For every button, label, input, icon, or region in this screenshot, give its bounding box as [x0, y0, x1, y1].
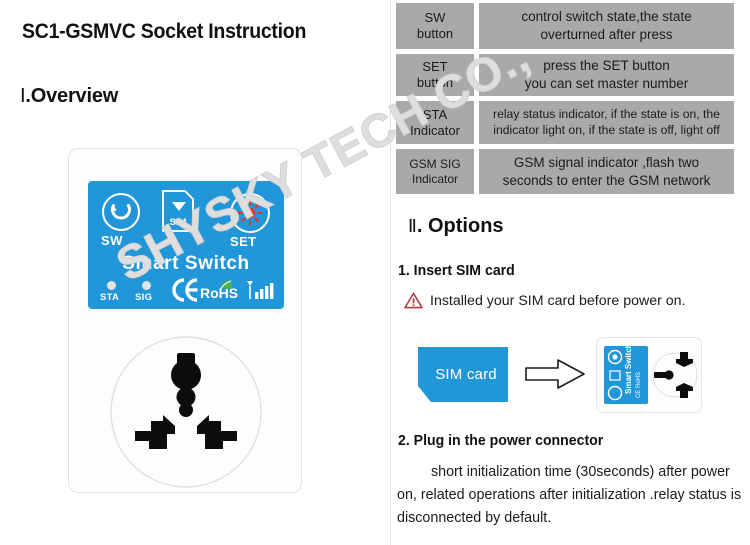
spec-table: SW button control switch state,the state… [396, 3, 734, 194]
options-separator: . [416, 215, 423, 237]
table-row: SET button press the SET button you can … [396, 54, 734, 96]
mini-device-panel: Smart Switch CE RoHS [604, 343, 648, 404]
page-title: SC1-GSMVC Socket Instruction [22, 20, 307, 43]
spec-key-line: button [416, 75, 454, 90]
table-row: STA Indicator relay status indicator, if… [396, 101, 734, 144]
universal-socket [110, 336, 262, 488]
socket-neutral-slot [197, 415, 237, 449]
options-numeral: Ⅱ [408, 216, 417, 236]
step-2-heading: 2. Plug in the power connector [398, 432, 604, 449]
spec-value-line: seconds to enter the GSM network [502, 172, 711, 188]
sta-indicator-label: STA [100, 292, 120, 303]
step-2-body: short initialization time (30seconds) af… [397, 464, 742, 527]
svg-text:CE RoHS: CE RoHS [636, 372, 642, 398]
spec-key-line: Indicator [410, 122, 460, 138]
spec-key-line: button [416, 26, 454, 41]
device-front-panel: SW SIM SET Smart Switch STA SIG RoHS [88, 181, 284, 309]
table-row: GSM SIG Indicator GSM signal indicator ,… [396, 149, 734, 194]
sim-card-graphic: SIM card [418, 347, 508, 402]
warning-text: Installed your SIM card before power on. [430, 292, 686, 309]
warning-notice: Installed your SIM card before power on. [404, 292, 686, 309]
certification-marks: RoHS [172, 278, 274, 302]
spec-value-sw: control switch state,the state overturne… [479, 3, 734, 49]
svg-text:RoHS: RoHS [200, 285, 238, 301]
refresh-arrow-icon [110, 204, 131, 220]
left-column: SC1-GSMVC Socket Instruction Ⅰ.Overview … [0, 0, 390, 545]
spec-value-line: you can set master number [524, 76, 689, 91]
section-heading-options: Ⅱ. Options [408, 215, 504, 238]
spec-key-line: GSM SIG [409, 156, 461, 171]
warning-triangle-icon [404, 292, 423, 309]
spec-key-sw: SW button [396, 3, 474, 49]
device-brand-label: Smart Switch [122, 253, 250, 274]
sun-burst-icon [237, 200, 263, 226]
sta-indicator-led [107, 281, 116, 290]
svg-text:Smart Switch: Smart Switch [624, 346, 633, 394]
socket-live-slot [135, 415, 175, 449]
mini-panel-details: Smart Switch CE RoHS [607, 343, 642, 401]
signal-bars-icon [247, 281, 274, 299]
sig-indicator-led [142, 281, 151, 290]
spec-value-gsm-sig: GSM signal indicator ,flash two seconds … [479, 149, 734, 194]
sim-insertion-diagram: SIM card Smart Switch CE RoHS [400, 334, 748, 416]
sig-indicator-label: SIG [135, 292, 153, 303]
section-heading-overview: Ⅰ.Overview [20, 85, 118, 108]
spec-value-line: overturned after press [540, 27, 673, 42]
spec-key-line: SET [422, 59, 448, 75]
spec-value-line: press the SET button [543, 58, 670, 74]
spec-value-line: indicator light on, if the state is off,… [493, 122, 720, 137]
mini-device-illustration: Smart Switch CE RoHS [596, 337, 702, 413]
ce-mark-icon [172, 278, 198, 302]
spec-value-set: press the SET button you can set master … [479, 54, 734, 96]
sw-button-label: SW [101, 233, 123, 248]
spec-value-line: GSM signal indicator ,flash two [513, 154, 700, 170]
spec-key-line: Indicator [411, 171, 459, 186]
spec-key-line: SW [424, 10, 446, 26]
set-button-label: SET [230, 234, 257, 249]
svg-text:SIM: SIM [170, 217, 187, 228]
step-1-heading: 1. Insert SIM card [398, 262, 515, 279]
spec-key-gsm-sig: GSM SIG Indicator [396, 149, 474, 194]
options-label: Options [427, 215, 504, 237]
mini-universal-socket [652, 352, 698, 398]
spec-key-line: STA [422, 106, 448, 122]
right-arrow-icon [525, 359, 585, 389]
instruction-page: SHYSKY TECH CO., SC1-GSMVC Socket Instru… [0, 0, 750, 545]
device-illustration: SW SIM SET Smart Switch STA SIG RoHS [68, 148, 302, 493]
spec-value-line: control switch state,the state [521, 9, 692, 25]
spec-key-set: SET button [396, 54, 474, 96]
overview-label: Overview [30, 85, 119, 107]
spec-value-sta: relay status indicator, if the state is … [479, 101, 734, 144]
table-row: SW button control switch state,the state… [396, 3, 734, 49]
right-column: SW button control switch state,the state… [390, 0, 750, 545]
sim-slot-icon: SIM [162, 190, 194, 232]
spec-value-line: relay status indicator, if the state is … [493, 106, 720, 121]
sim-card-label: SIM card [435, 366, 497, 383]
spec-key-sta: STA Indicator [396, 101, 474, 144]
socket-earth-slot [171, 353, 201, 417]
